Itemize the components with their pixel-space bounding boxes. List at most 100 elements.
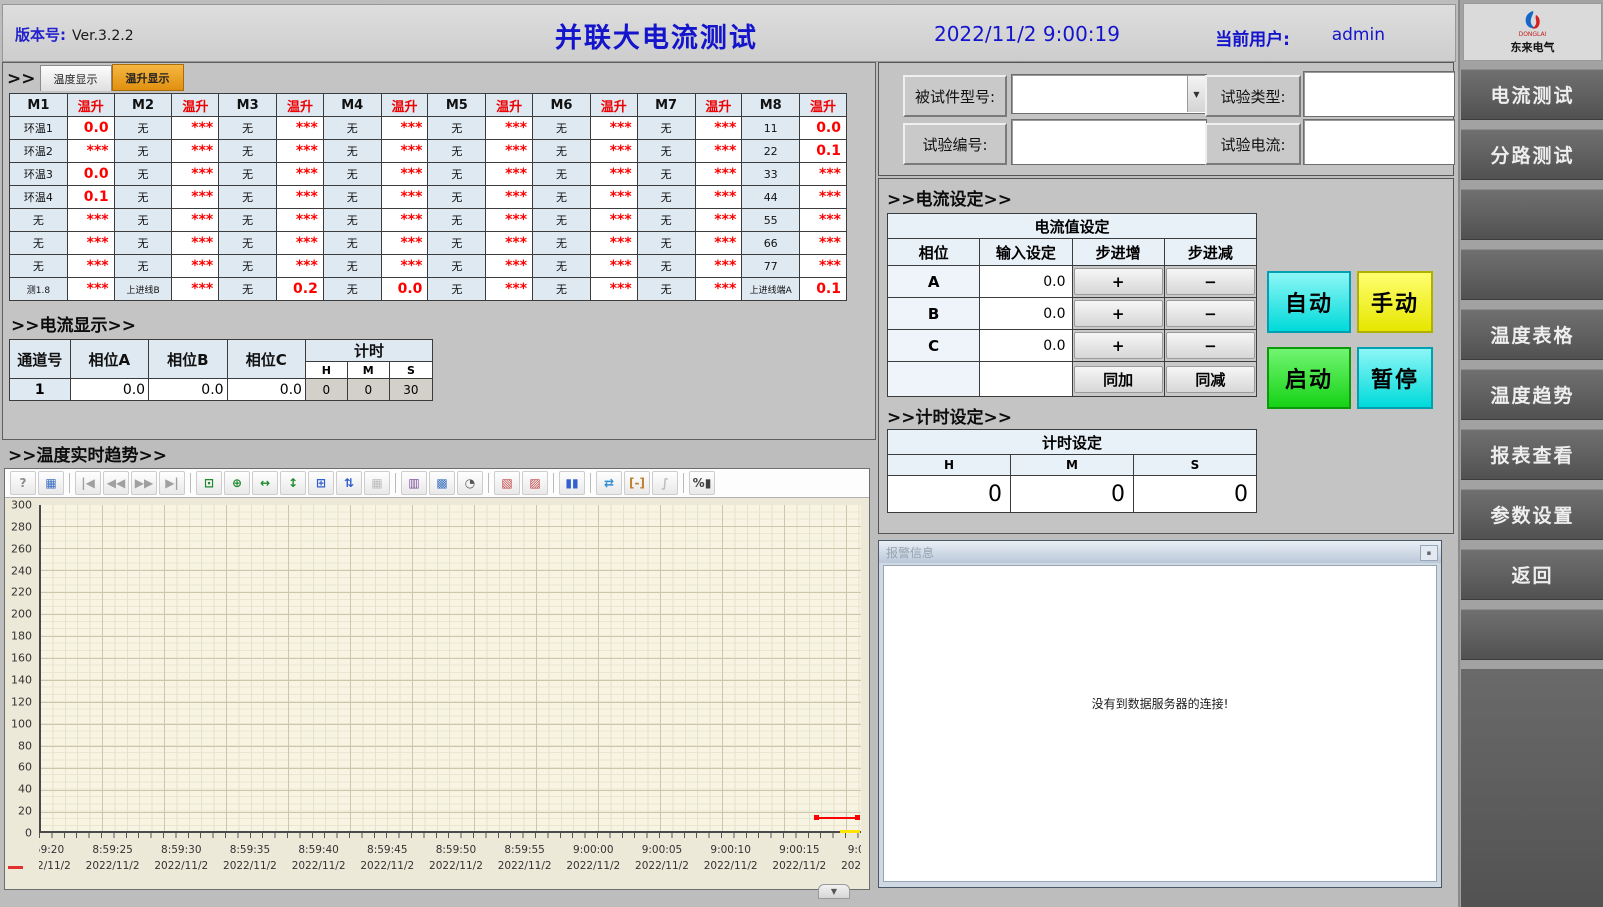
scroll-down-button[interactable]: ▼	[818, 884, 850, 899]
help-icon[interactable]: ?	[10, 471, 36, 495]
all-step-down-button[interactable]: 同减	[1166, 366, 1255, 393]
phase-c-value: 0.0	[227, 379, 305, 401]
add-plot-icon[interactable]: ▩	[429, 471, 455, 495]
scroll-chart-left-icon[interactable]: ▧	[494, 471, 520, 495]
temp-rise-value-cell: ***	[381, 209, 428, 232]
zoom-vertical-icon[interactable]: ↕	[280, 471, 306, 495]
grid-icon[interactable]: ▦	[364, 471, 390, 495]
point-name-cell: 无	[637, 232, 695, 255]
zoom-box-icon[interactable]: ⊡	[196, 471, 222, 495]
sidebar-item-6[interactable]: 温度趋势	[1461, 369, 1603, 420]
module-header: M1	[10, 94, 68, 117]
phase-c-step-down-button[interactable]: −	[1166, 332, 1255, 359]
percent-scale-icon[interactable]: %▮	[689, 471, 715, 495]
toolbar-separator	[69, 473, 70, 493]
phase-b-step-up-button[interactable]: +	[1074, 300, 1163, 327]
timer-set-m-input[interactable]: 0	[1011, 476, 1134, 513]
temperature-panel: >> 温度显示 温升显示 M1温升M2温升M3温升M4温升M5温升M6温升M7温…	[2, 62, 876, 440]
phase-b-setpoint-input[interactable]: 0.0	[980, 298, 1072, 330]
sidebar-item-9[interactable]: 返回	[1461, 549, 1603, 600]
test-info-form: 被试件型号: ▼ 试验类型: 试验编号: 试验电流:	[878, 62, 1454, 176]
point-name-cell: 环温4	[10, 186, 68, 209]
sidebar-item-1[interactable]: 电流测试	[1461, 69, 1603, 120]
sidebar-item-7[interactable]: 报表查看	[1461, 429, 1603, 480]
trend-heading: >>温度实时趋势>>	[8, 441, 167, 466]
model-combobox[interactable]: ▼	[1011, 74, 1207, 114]
phase-a-step-up-button[interactable]: +	[1074, 268, 1163, 295]
temp-rise-value-cell: ***	[800, 232, 847, 255]
nav-prev-icon[interactable]: ◀◀	[103, 471, 129, 495]
sidebar-item-2[interactable]: 分路测试	[1461, 129, 1603, 180]
start-button[interactable]: 启动	[1267, 347, 1351, 409]
auto-button[interactable]: 自动	[1267, 271, 1351, 333]
timer-h-value: 0	[305, 379, 347, 401]
phase-c-step-up-button[interactable]: +	[1074, 332, 1163, 359]
phase-a-setpoint-input[interactable]: 0.0	[980, 266, 1072, 298]
point-name-cell: 11	[742, 117, 800, 140]
temp-rise-header: 温升	[67, 94, 114, 117]
point-name-cell: 无	[323, 209, 381, 232]
temp-rise-value-cell: ***	[67, 278, 114, 301]
alarm-close-button[interactable]: ▪	[1420, 545, 1438, 561]
test-type-label: 试验类型:	[1205, 75, 1301, 117]
plot-area[interactable]	[39, 505, 861, 833]
sidebar-item-empty-4[interactable]	[1461, 249, 1603, 300]
sidebar-item-5[interactable]: 温度表格	[1461, 309, 1603, 360]
swap-axes-icon[interactable]: ⇄	[596, 471, 622, 495]
manual-button[interactable]: 手动	[1357, 271, 1433, 333]
tab-temperature-display[interactable]: 温度显示	[40, 65, 112, 91]
nav-next-icon[interactable]: ▶▶	[131, 471, 157, 495]
point-name-cell: 55	[742, 209, 800, 232]
pan-icon[interactable]: ⊞	[308, 471, 334, 495]
temp-rise-value-cell: ***	[172, 232, 219, 255]
phase-c-setpoint-input[interactable]: 0.0	[980, 330, 1072, 362]
function-icon[interactable]: ∫	[652, 471, 678, 495]
layout-panes-icon[interactable]: ▥	[401, 471, 427, 495]
chart-export-icon[interactable]: ▦	[38, 471, 64, 495]
phase-b-step-down-button[interactable]: −	[1166, 300, 1255, 327]
timer-set-s-input[interactable]: 0	[1134, 476, 1257, 513]
scroll-chart-right-icon[interactable]: ▨	[522, 471, 548, 495]
tab-temp-rise-display[interactable]: 温升显示	[112, 64, 184, 91]
zoom-in-icon[interactable]: ⊕	[224, 471, 250, 495]
timer-header: 计时	[305, 340, 432, 362]
input-column-header: 输入设定	[980, 239, 1072, 266]
test-number-input[interactable]	[1011, 119, 1207, 165]
temp-rise-value-cell: 0.0	[381, 278, 428, 301]
temp-rise-value-cell: ***	[695, 255, 742, 278]
point-name-cell: 无	[637, 163, 695, 186]
axis-scale-icon[interactable]: ⇅	[336, 471, 362, 495]
sidebar-item-8[interactable]: 参数设置	[1461, 489, 1603, 540]
nav-first-icon[interactable]: |◀	[75, 471, 101, 495]
temp-rise-value-cell: ***	[695, 163, 742, 186]
sidebar-item-empty-3[interactable]	[1461, 189, 1603, 240]
pause-button[interactable]: 暂停	[1357, 347, 1433, 409]
temp-rise-value-cell: ***	[381, 117, 428, 140]
temp-rise-value-cell: ***	[277, 186, 324, 209]
point-name-cell: 无	[323, 278, 381, 301]
point-name-cell: 环温1	[10, 117, 68, 140]
time-axis-icon[interactable]: ◔	[457, 471, 483, 495]
temp-rise-value-cell: ***	[695, 232, 742, 255]
phase-a-step-down-button[interactable]: −	[1166, 268, 1255, 295]
temp-rise-value-cell: ***	[590, 278, 637, 301]
point-name-cell: 无	[637, 209, 695, 232]
edit-range-icon[interactable]: [-]	[624, 471, 650, 495]
step-down-column-header: 步进减	[1164, 239, 1256, 266]
pause-icon[interactable]: ▮▮	[559, 471, 585, 495]
nav-last-icon[interactable]: ▶|	[159, 471, 185, 495]
test-type-input[interactable]	[1303, 71, 1455, 117]
timer-set-h-input[interactable]: 0	[888, 476, 1011, 513]
model-label: 被试件型号:	[903, 75, 1007, 117]
temp-rise-value-cell: ***	[67, 232, 114, 255]
module-header: M8	[742, 94, 800, 117]
sidebar-item-empty-10[interactable]	[1461, 609, 1603, 660]
temp-rise-value-cell: 0.1	[800, 278, 847, 301]
alarm-message: 没有到数据服务器的连接!	[1092, 695, 1229, 712]
all-step-up-button[interactable]: 同加	[1074, 366, 1163, 393]
temp-rise-header: 温升	[172, 94, 219, 117]
y-tick-label: 280	[11, 520, 32, 533]
zoom-horizontal-icon[interactable]: ↔	[252, 471, 278, 495]
combo-dropdown-icon[interactable]: ▼	[1187, 76, 1205, 112]
test-current-input[interactable]	[1303, 119, 1455, 165]
